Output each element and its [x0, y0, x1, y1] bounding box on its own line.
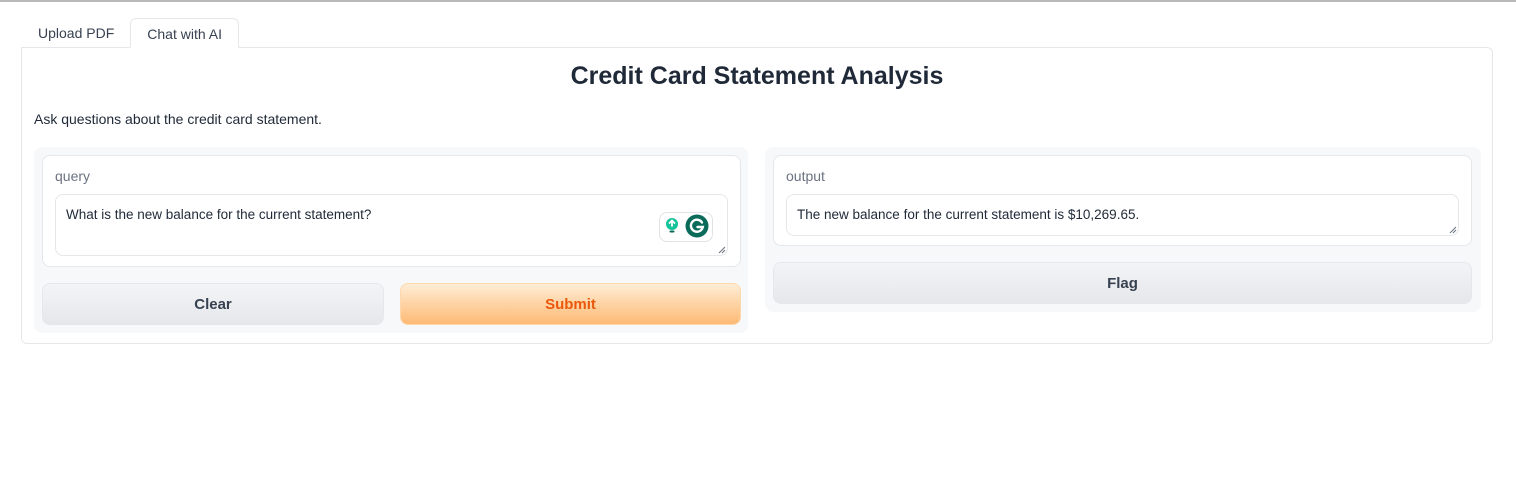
input-column: query What is the new balance for the cu…: [34, 147, 748, 333]
output-textarea[interactable]: The new balance for the current statemen…: [786, 194, 1459, 236]
page-title: Credit Card Statement Analysis: [570, 62, 944, 90]
window-top-border: [0, 0, 1516, 2]
tab-chat-with-ai[interactable]: Chat with AI: [130, 18, 239, 48]
grammarly-widget[interactable]: [659, 212, 713, 242]
output-block: output The new balance for the current s…: [773, 155, 1472, 246]
query-block: query What is the new balance for the cu…: [42, 155, 741, 267]
resize-handle-icon[interactable]: [718, 246, 726, 254]
query-text: What is the new balance for the current …: [66, 207, 372, 222]
tab-upload-pdf[interactable]: Upload PDF: [22, 18, 130, 48]
lightbulb-icon[interactable]: [663, 217, 681, 238]
query-label: query: [55, 168, 91, 184]
page-description: Ask questions about the credit card stat…: [34, 111, 322, 127]
tab-bar: Upload PDF Chat with AI: [22, 18, 239, 48]
submit-button[interactable]: Submit: [400, 283, 741, 325]
resize-handle-icon[interactable]: [1449, 226, 1457, 234]
chat-panel: Credit Card Statement Analysis Ask quest…: [21, 47, 1493, 344]
output-text: The new balance for the current statemen…: [797, 207, 1140, 222]
flag-button[interactable]: Flag: [773, 262, 1472, 304]
grammarly-icon[interactable]: [685, 214, 709, 241]
clear-button[interactable]: Clear: [42, 283, 384, 325]
output-column: output The new balance for the current s…: [765, 147, 1481, 312]
output-label: output: [786, 168, 825, 184]
query-textarea[interactable]: What is the new balance for the current …: [55, 194, 728, 256]
